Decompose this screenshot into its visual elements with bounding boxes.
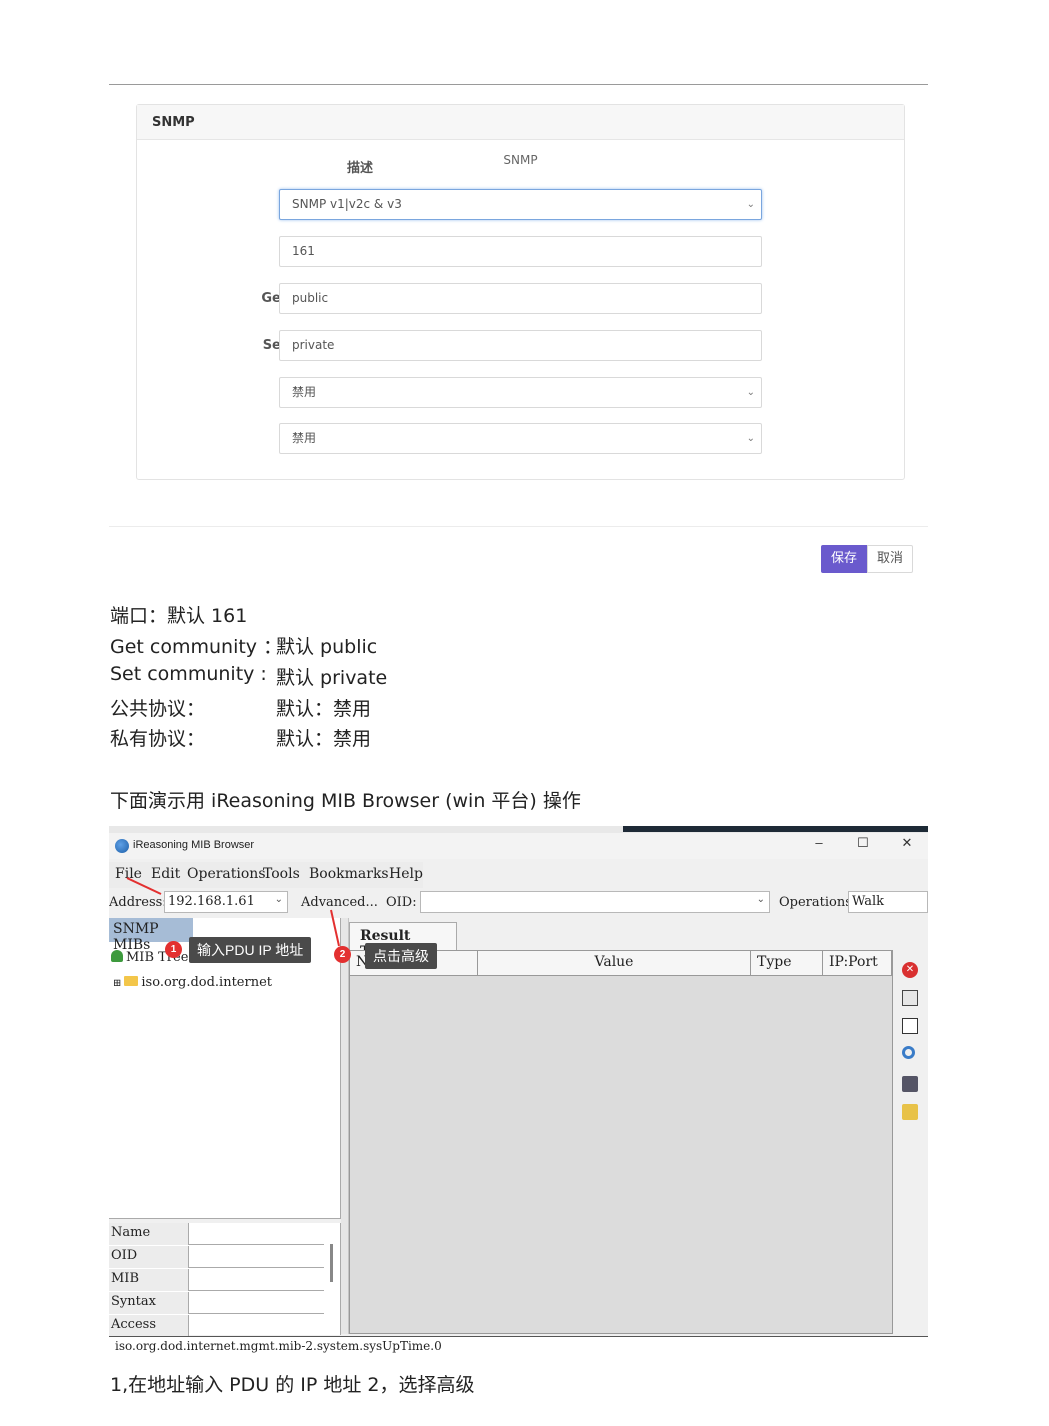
- search-icon[interactable]: [902, 1046, 915, 1059]
- col-type[interactable]: Type: [751, 951, 823, 976]
- top-divider: [109, 84, 928, 85]
- form-divider: [109, 526, 928, 527]
- expand-icon[interactable]: ⊞: [113, 978, 121, 989]
- stop-icon[interactable]: ✕: [902, 962, 918, 978]
- note-public-label: 公共协议：: [110, 698, 206, 720]
- prop-row: OID: [109, 1246, 324, 1268]
- intro-text: 下面演示用 iReasoning MIB Browser (win 平台) 操作: [110, 790, 581, 812]
- snmp-panel: SNMP 描述 SNMP 服务 SNMP v1|v2c & v3 ⌄ 端口 16…: [136, 104, 905, 480]
- window-titlebar: iReasoning MIB Browser – ☐ ✕: [109, 833, 928, 859]
- pane-splitter[interactable]: [341, 918, 349, 1334]
- clear-table-icon[interactable]: [902, 990, 918, 1006]
- callout-2: 点击高级: [365, 943, 437, 969]
- tree-node-internet[interactable]: ⊞ iso.org.dod.internet: [113, 975, 272, 990]
- menu-file[interactable]: File: [115, 866, 142, 882]
- folder-icon: [124, 976, 139, 986]
- result-table: Name/OID Value Type IP:Port: [349, 950, 893, 1334]
- chevron-down-icon: ⌄: [746, 433, 755, 444]
- note-private-label: 私有协议：: [110, 728, 206, 750]
- public-protocol-value: 禁用: [292, 385, 317, 399]
- operations-label: Operations:: [779, 895, 857, 910]
- col-ip-port[interactable]: IP:Port: [823, 951, 892, 976]
- col-value[interactable]: Value: [478, 951, 751, 976]
- address-label: Address:: [109, 895, 167, 910]
- top-strip-dark: [623, 826, 928, 832]
- prop-row: Access: [109, 1315, 324, 1337]
- set-community-input[interactable]: private: [279, 330, 762, 361]
- advanced-button[interactable]: Advanced...: [301, 895, 378, 910]
- private-protocol-value: 禁用: [292, 431, 317, 445]
- callout-badge-2: 2: [334, 946, 351, 963]
- close-icon[interactable]: ✕: [897, 835, 917, 851]
- prop-key: OID: [109, 1246, 189, 1268]
- status-bar: iso.org.dod.internet.mgmt.mib-2.system.s…: [109, 1336, 928, 1356]
- note-set-value: 默认 private: [276, 667, 388, 689]
- app-icon: [115, 839, 129, 853]
- prop-row: MIB: [109, 1269, 324, 1291]
- tab-snmp-mibs[interactable]: SNMP MIBs: [109, 918, 193, 953]
- panel-title: SNMP: [137, 105, 904, 140]
- operations-select[interactable]: Walk: [848, 891, 928, 913]
- document-icon[interactable]: [902, 1018, 918, 1034]
- address-value: 192.168.1.61: [168, 894, 255, 909]
- callout-badge-1: 1: [165, 941, 182, 958]
- prop-row: Name: [109, 1223, 324, 1245]
- prop-key: MIB: [109, 1269, 189, 1291]
- mib-browser-screenshot: iReasoning MIB Browser – ☐ ✕ File Edit O…: [109, 826, 928, 1356]
- tree-icon: [111, 950, 123, 962]
- note-get-value: 默认 public: [276, 636, 378, 658]
- props-scrollbar[interactable]: [330, 1244, 333, 1282]
- toolbar: ✕: [895, 950, 923, 1334]
- prop-key: Name: [109, 1223, 189, 1245]
- public-protocol-select[interactable]: 禁用 ⌄: [279, 377, 762, 408]
- get-community-input[interactable]: public: [279, 283, 762, 314]
- minimize-icon[interactable]: –: [809, 835, 829, 850]
- note-private-value: 默认：禁用: [276, 728, 372, 750]
- note-port: 端口：默认 161: [110, 605, 248, 627]
- menu-tools[interactable]: Tools: [263, 866, 300, 882]
- cancel-button[interactable]: 取消: [867, 545, 913, 573]
- desc-value: SNMP: [503, 153, 538, 167]
- note-get-label: Get community ：: [110, 636, 283, 658]
- menu-bar: File Edit Operations Tools Bookmarks Hel…: [109, 862, 423, 888]
- prop-key: Access: [109, 1315, 189, 1337]
- service-select[interactable]: SNMP v1|v2c & v3 ⌄: [279, 189, 762, 220]
- note-public-value: 默认：禁用: [276, 698, 372, 720]
- caption: 1,在地址输入 PDU 的 IP 地址 2，选择高级: [110, 1374, 475, 1396]
- menu-bookmarks[interactable]: Bookmarks: [309, 866, 389, 882]
- note-set-label: Set community :: [110, 663, 267, 685]
- prop-row: Syntax: [109, 1292, 324, 1314]
- menu-help[interactable]: Help: [389, 866, 423, 882]
- chevron-down-icon: ⌄: [746, 387, 755, 398]
- service-value: SNMP v1|v2c & v3: [292, 197, 402, 211]
- menu-operations[interactable]: Operations: [187, 866, 266, 882]
- maximize-icon[interactable]: ☐: [853, 835, 873, 851]
- chevron-down-icon: ⌄: [746, 199, 755, 210]
- chevron-down-icon: ⌄: [756, 894, 765, 905]
- properties-table: Name OID MIB Syntax Access: [109, 1223, 341, 1337]
- oid-input[interactable]: ⌄: [420, 891, 770, 913]
- address-bar: Address: 192.168.1.61 ⌄ Advanced... OID:…: [109, 889, 928, 915]
- private-protocol-select[interactable]: 禁用 ⌄: [279, 423, 762, 454]
- save-button[interactable]: 保存: [821, 545, 867, 573]
- window-title: iReasoning MIB Browser: [133, 839, 255, 851]
- prop-key: Syntax: [109, 1292, 189, 1314]
- address-input[interactable]: 192.168.1.61 ⌄: [164, 891, 288, 913]
- menu-edit[interactable]: Edit: [151, 866, 180, 882]
- tree-node-label: iso.org.dod.internet: [141, 975, 272, 990]
- chevron-down-icon: ⌄: [274, 894, 283, 905]
- oid-label: OID:: [386, 895, 417, 910]
- port-input[interactable]: 161: [279, 236, 762, 267]
- export-icon[interactable]: [902, 1076, 918, 1092]
- callout-1: 输入PDU IP 地址: [189, 937, 312, 963]
- open-folder-icon[interactable]: [902, 1104, 918, 1120]
